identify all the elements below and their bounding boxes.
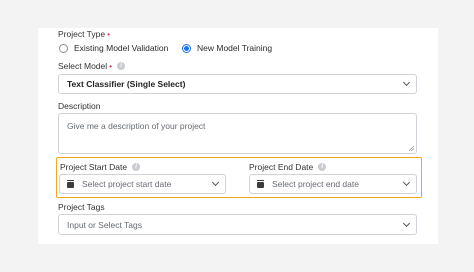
required-mark: • bbox=[107, 29, 111, 39]
select-model-label: Select Model • i bbox=[58, 61, 126, 71]
project-tags-label: Project Tags bbox=[58, 202, 105, 212]
resize-handle-icon[interactable] bbox=[409, 146, 414, 151]
calendar-icon bbox=[67, 180, 74, 188]
description-label: Description bbox=[58, 101, 101, 111]
radio-existing-model-validation[interactable]: Existing Model Validation bbox=[59, 43, 168, 53]
project-type-label: Project Type • bbox=[58, 29, 111, 39]
radio-button-checked[interactable] bbox=[182, 43, 191, 53]
chevron-down-icon bbox=[402, 78, 411, 87]
info-icon[interactable]: i bbox=[132, 163, 141, 171]
end-date-picker[interactable]: Select project end date bbox=[249, 174, 417, 194]
chevron-down-icon bbox=[402, 178, 411, 187]
select-model-dropdown[interactable]: Text Classifier (Single Select) bbox=[58, 74, 417, 94]
end-date-label: Project End Date i bbox=[249, 162, 327, 172]
info-icon[interactable]: i bbox=[318, 163, 327, 171]
calendar-icon bbox=[257, 180, 264, 188]
radio-new-model-training[interactable]: New Model Training bbox=[182, 43, 272, 53]
description-textarea[interactable]: Give me a description of your project bbox=[58, 113, 417, 154]
radio-button-unchecked[interactable] bbox=[59, 43, 68, 53]
start-date-label: Project Start Date i bbox=[60, 162, 141, 172]
project-tags-input[interactable]: Input or Select Tags bbox=[58, 214, 417, 235]
chevron-down-icon bbox=[211, 178, 220, 187]
chevron-down-icon bbox=[402, 219, 411, 227]
required-mark: • bbox=[109, 61, 113, 71]
start-date-picker[interactable]: Select project start date bbox=[59, 174, 226, 194]
info-icon[interactable]: i bbox=[117, 62, 126, 70]
